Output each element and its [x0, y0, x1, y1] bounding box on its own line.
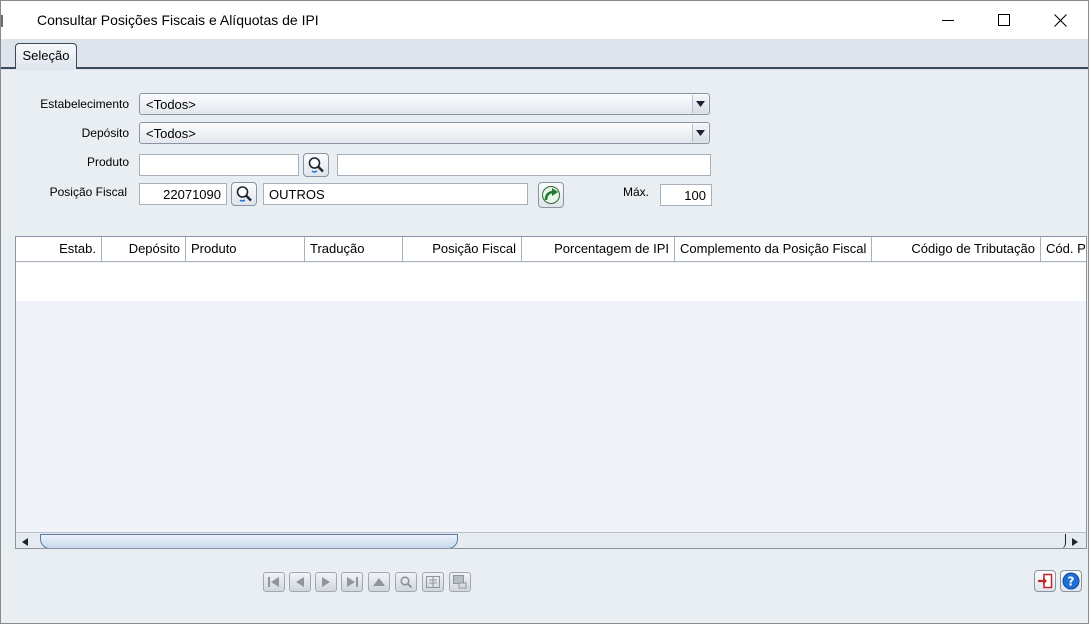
deposito-select[interactable]: <Todos> [139, 122, 710, 144]
scroll-thumb[interactable] [40, 534, 458, 548]
column-header-deposito[interactable]: Depósito [102, 237, 186, 262]
last-record-icon [347, 577, 358, 587]
scroll-right-arrow-icon[interactable] [1070, 536, 1082, 548]
posicao-fiscal-description-field[interactable]: OUTROS [263, 183, 528, 205]
green-arrow-icon [542, 186, 560, 204]
grid-empty-row [16, 263, 1086, 301]
maximize-icon [998, 14, 1010, 26]
produto-search-button[interactable] [303, 153, 329, 177]
tab-selecao[interactable]: Seleção [15, 43, 77, 69]
column-header-complemento[interactable]: Complemento da Posição Fiscal [675, 237, 872, 262]
svg-text:?: ? [1068, 575, 1075, 589]
column-header-posicao-fiscal[interactable]: Posição Fiscal [403, 237, 522, 262]
tab-strip: Seleção [1, 39, 1088, 70]
column-header-traducao[interactable]: Tradução [305, 237, 403, 262]
scroll-track-end [1060, 534, 1066, 548]
deposito-value: <Todos> [146, 126, 196, 141]
max-input[interactable]: 100 [660, 184, 712, 206]
dropdown-arrow-icon[interactable] [692, 124, 708, 142]
max-label: Máx. [622, 185, 649, 199]
next-record-icon [322, 577, 330, 587]
estabelecimento-label: Estabelecimento [40, 97, 129, 111]
previous-record-icon [296, 577, 304, 587]
help-icon: ? [1062, 572, 1080, 590]
close-icon [1053, 13, 1067, 27]
maximize-button[interactable] [981, 1, 1027, 39]
magnifier-icon [308, 157, 324, 173]
column-header-codigo-tributacao[interactable]: Código de Tributação [872, 237, 1041, 262]
up-arrow-icon [373, 578, 385, 586]
app-window: Consultar Posições Fiscais e Alíquotas d… [0, 0, 1089, 624]
close-button[interactable] [1037, 1, 1083, 39]
estabelecimento-select[interactable]: <Todos> [139, 93, 710, 115]
help-button[interactable]: ? [1060, 570, 1082, 592]
execute-button[interactable] [538, 182, 564, 208]
next-record-button[interactable] [315, 572, 337, 592]
zoom-button[interactable] [395, 572, 417, 592]
magnifier-icon [236, 186, 252, 202]
column-header-produto[interactable]: Produto [186, 237, 305, 262]
column-header-porcentagem-ipi[interactable]: Porcentagem de IPI [522, 237, 675, 262]
posicao-fiscal-search-button[interactable] [231, 182, 257, 206]
up-button[interactable] [368, 572, 390, 592]
title-bar: Consultar Posições Fiscais e Alíquotas d… [1, 1, 1088, 39]
zoom-icon [400, 576, 412, 588]
posicao-fiscal-code-input[interactable]: 22071090 [139, 183, 227, 205]
minimize-icon [942, 20, 954, 21]
produto-label: Produto [86, 155, 129, 169]
results-grid[interactable]: Estab. Depósito Produto Tradução Posição… [15, 236, 1087, 549]
detail-view-button[interactable] [422, 572, 444, 592]
horizontal-scrollbar[interactable] [16, 532, 1086, 548]
export-icon [453, 575, 467, 589]
minimize-button[interactable] [925, 1, 971, 39]
export-button[interactable] [449, 572, 471, 592]
tab-strip-line [1, 67, 1088, 69]
scroll-left-arrow-icon[interactable] [20, 536, 32, 548]
column-header-cod-p[interactable]: Cód. P [1041, 237, 1086, 262]
produto-code-input[interactable] [139, 154, 299, 176]
estabelecimento-value: <Todos> [146, 97, 196, 112]
exit-door-icon [1038, 573, 1053, 589]
column-header-estab[interactable]: Estab. [16, 237, 102, 262]
window-title: Consultar Posições Fiscais e Alíquotas d… [37, 12, 319, 28]
previous-record-button[interactable] [289, 572, 311, 592]
grid-header: Estab. Depósito Produto Tradução Posição… [16, 237, 1086, 262]
first-record-button[interactable] [263, 572, 285, 592]
exit-button[interactable] [1034, 570, 1056, 592]
deposito-label: Depósito [81, 126, 129, 140]
window-edge [1, 15, 4, 27]
produto-description-field[interactable] [337, 154, 711, 176]
last-record-button[interactable] [341, 572, 363, 592]
posicao-fiscal-label: Posição Fiscal [49, 185, 127, 199]
dropdown-arrow-icon[interactable] [692, 95, 708, 113]
detail-view-icon [426, 576, 440, 588]
first-record-icon [268, 577, 279, 587]
